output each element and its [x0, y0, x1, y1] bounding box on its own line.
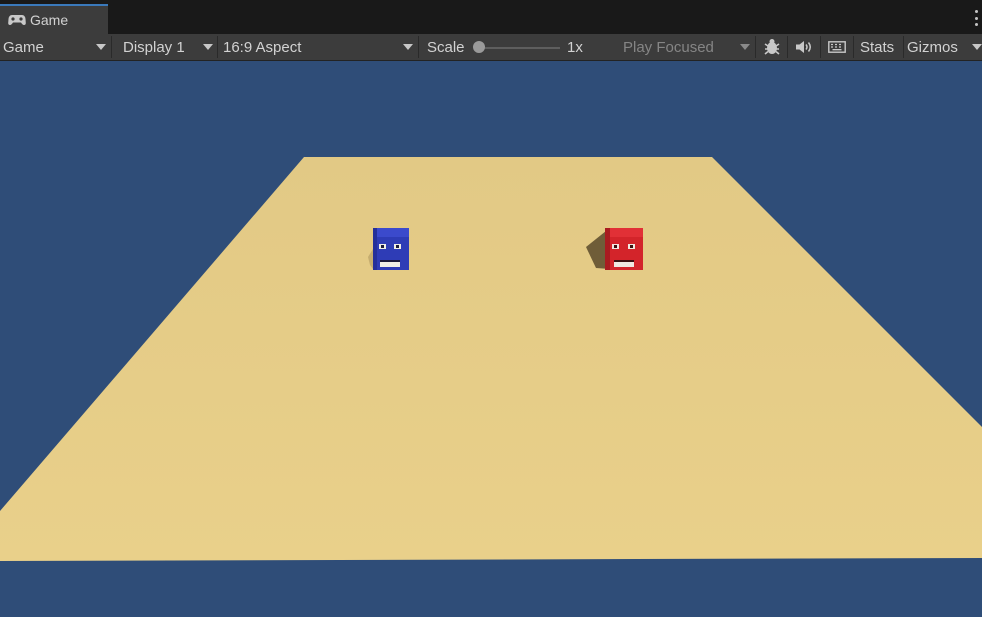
display-dropdown[interactable]: Display 1 — [123, 34, 215, 60]
view-mode-label: Game — [3, 38, 44, 56]
more-options-icon[interactable] — [974, 10, 978, 26]
gizmos-button[interactable]: Gizmos — [907, 34, 958, 60]
chevron-down-icon — [203, 44, 213, 50]
tab-game[interactable]: Game — [0, 4, 108, 34]
play-mode-dropdown[interactable]: Play Focused — [623, 34, 753, 60]
tab-bar: Game — [0, 0, 982, 34]
game-scene — [0, 61, 982, 617]
aspect-label: 16:9 Aspect — [223, 38, 302, 56]
tab-label: Game — [30, 12, 69, 28]
scale-slider-handle[interactable] — [473, 41, 485, 53]
aspect-dropdown[interactable]: 16:9 Aspect — [223, 34, 415, 60]
game-viewport[interactable] — [0, 61, 982, 617]
blue-cube-character — [368, 228, 409, 270]
bug-icon[interactable] — [762, 38, 782, 56]
speaker-icon[interactable] — [795, 40, 813, 54]
gamepad-icon — [8, 15, 26, 25]
gizmos-dropdown-chevron-icon[interactable] — [972, 44, 982, 50]
view-mode-dropdown[interactable]: Game — [3, 34, 110, 60]
keyboard-icon[interactable] — [828, 41, 846, 53]
chevron-down-icon — [96, 44, 106, 50]
play-mode-label: Play Focused — [623, 38, 714, 56]
display-label: Display 1 — [123, 38, 185, 56]
scale-value: 1x — [567, 38, 583, 56]
scale-label: Scale — [427, 38, 465, 56]
chevron-down-icon — [403, 44, 413, 50]
scale-slider-track[interactable] — [478, 47, 560, 49]
stats-button[interactable]: Stats — [860, 34, 894, 60]
chevron-down-icon — [740, 44, 750, 50]
